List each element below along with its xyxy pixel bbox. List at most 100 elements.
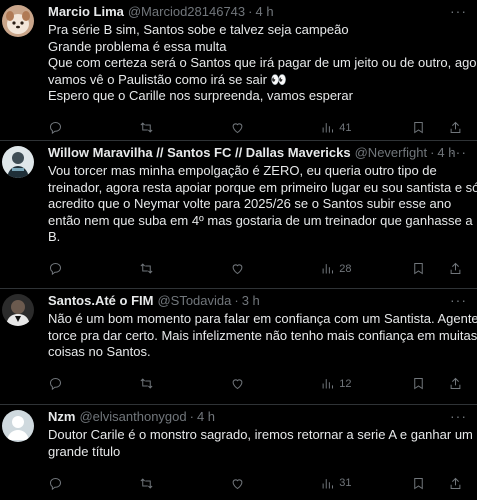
avatar[interactable]: [2, 146, 34, 178]
like-button[interactable]: [230, 261, 266, 276]
views-icon: [322, 478, 334, 489]
share-button[interactable]: [448, 476, 463, 491]
action-bar: 41: [48, 111, 463, 145]
bookmark-icon: [414, 477, 423, 490]
tweet-text-line: torce pra dar certo. Mais infelizmente n…: [48, 327, 477, 343]
author-name[interactable]: Willow Maravilha // Santos FC // Dallas …: [48, 145, 351, 161]
action-bar: 31: [48, 466, 463, 500]
author-name[interactable]: Santos.Até o FIM: [48, 293, 153, 309]
like-icon: [232, 479, 242, 489]
retweet-icon: [140, 122, 153, 134]
tweet[interactable]: Nzm @elvisanthonygod · 4 h ··· Doutor Ca…: [0, 405, 477, 499]
action-bar: 12: [48, 367, 463, 401]
retweet-button[interactable]: [139, 476, 175, 491]
author-name[interactable]: Marcio Lima: [48, 4, 124, 20]
like-icon: [232, 379, 242, 390]
tweet-text-line: Não é um bom momento para falar em confi…: [48, 311, 477, 326]
tweet-text-line: Vou torcer mas minha empolgação é ZERO, …: [48, 163, 437, 178]
like-button[interactable]: [230, 476, 266, 491]
views-icon: [322, 379, 334, 389]
tweet-text-line: Pra série B sim, Santos sobe e talvez se…: [48, 22, 349, 37]
views-button[interactable]: 31: [320, 476, 356, 491]
tweet-text-line: Grande problema é essa multa: [48, 38, 227, 54]
retweet-button[interactable]: [139, 261, 175, 276]
tweet-text-line: vamos vê o Paulistão como irá se sair 👀: [48, 71, 287, 87]
retweet-icon: [140, 378, 153, 389]
share-button[interactable]: [448, 261, 463, 276]
views-button[interactable]: 41: [320, 120, 356, 135]
tweet[interactable]: Willow Maravilha // Santos FC // Dallas …: [0, 141, 477, 289]
timestamp[interactable]: 4 h: [255, 4, 273, 20]
bookmark-icon: [414, 378, 423, 390]
reply-button[interactable]: [48, 261, 84, 276]
views-icon: [322, 264, 334, 274]
tweet[interactable]: Santos.Até o FIM @STodavida · 3 h ··· Nã…: [0, 289, 477, 405]
retweet-button[interactable]: [139, 120, 175, 135]
author-name[interactable]: Nzm: [48, 409, 75, 425]
bookmark-icon: [414, 263, 423, 275]
tweet-text: Vou torcer mas minha empolgação é ZERO, …: [48, 163, 477, 246]
tweet-text-line: então nem que suba em 4º mas gostaria de…: [48, 212, 473, 228]
separator-dot: ·: [189, 409, 194, 424]
avatar[interactable]: [2, 294, 34, 326]
like-icon: [232, 264, 242, 275]
tweet-text: Não é um bom momento para falar em confi…: [48, 311, 477, 361]
views-count: 41: [339, 121, 352, 134]
views-count: 28: [339, 262, 352, 275]
share-icon: [450, 122, 461, 134]
tweet-text-line: grande título: [48, 443, 121, 459]
bookmark-button[interactable]: [411, 120, 426, 135]
more-icon[interactable]: ···: [450, 4, 467, 18]
reply-button[interactable]: [48, 120, 84, 135]
views-button[interactable]: 12: [320, 376, 356, 391]
tweet-text-line: Doutor Carile é o monstro sagrado, iremo…: [48, 427, 473, 442]
reply-icon: [49, 477, 62, 490]
author-handle[interactable]: @Marciod28146743: [128, 4, 245, 20]
author-handle[interactable]: @STodavida: [157, 293, 231, 309]
timestamp[interactable]: 4 h: [197, 409, 215, 425]
like-button[interactable]: [230, 376, 266, 391]
like-button[interactable]: [230, 120, 266, 135]
author-handle[interactable]: @Neverfight: [355, 145, 427, 161]
share-icon: [450, 477, 461, 489]
reply-icon: [49, 122, 62, 135]
views-button[interactable]: 28: [320, 261, 356, 276]
views-count: 12: [339, 377, 352, 390]
avatar[interactable]: [2, 410, 34, 442]
tweet-text-line: B.: [48, 229, 61, 245]
bookmark-button[interactable]: [411, 476, 426, 491]
more-icon[interactable]: ···: [450, 409, 467, 423]
bookmark-icon: [414, 122, 423, 134]
tweet-text-line: treinador, agora resta apoiar porque em …: [48, 179, 477, 195]
reply-button[interactable]: [48, 376, 84, 391]
separator-dot: ·: [430, 145, 435, 160]
author-handle[interactable]: @elvisanthonygod: [79, 409, 186, 425]
separator-dot: ·: [248, 4, 253, 19]
bookmark-button[interactable]: [411, 376, 426, 391]
bookmark-button[interactable]: [411, 261, 426, 276]
tweet-text-line: Espero que o Carille nos surpreenda, vam…: [48, 88, 353, 104]
tweet-text-line: coisas no Santos.: [48, 344, 151, 360]
tweet-text-line: acredito que o Neymar volte para 2025/26…: [48, 196, 452, 212]
share-button[interactable]: [448, 120, 463, 135]
timestamp[interactable]: 3 h: [242, 293, 260, 309]
tweet-text-line: Que com certeza será o Santos que irá pa…: [48, 55, 477, 71]
views-count: 31: [339, 477, 352, 490]
reply-button[interactable]: [48, 476, 84, 491]
share-icon: [450, 378, 461, 390]
more-icon[interactable]: ···: [450, 293, 467, 307]
like-icon: [232, 123, 242, 134]
reply-icon: [49, 263, 62, 276]
reply-icon: [49, 378, 62, 391]
share-button[interactable]: [448, 376, 463, 391]
avatar[interactable]: [2, 5, 34, 37]
retweet-icon: [140, 263, 153, 275]
retweet-button[interactable]: [139, 376, 175, 391]
share-icon: [450, 263, 461, 275]
tweet[interactable]: Marcio Lima @Marciod28146743 · 4 h ··· P…: [0, 0, 477, 141]
views-icon: [322, 123, 334, 133]
separator-dot: ·: [234, 293, 239, 308]
tweet-text: Doutor Carile é o monstro sagrado, iremo…: [48, 427, 473, 460]
tweet-text: Pra série B sim, Santos sobe e talvez se…: [48, 22, 477, 105]
more-icon[interactable]: ···: [450, 145, 467, 159]
